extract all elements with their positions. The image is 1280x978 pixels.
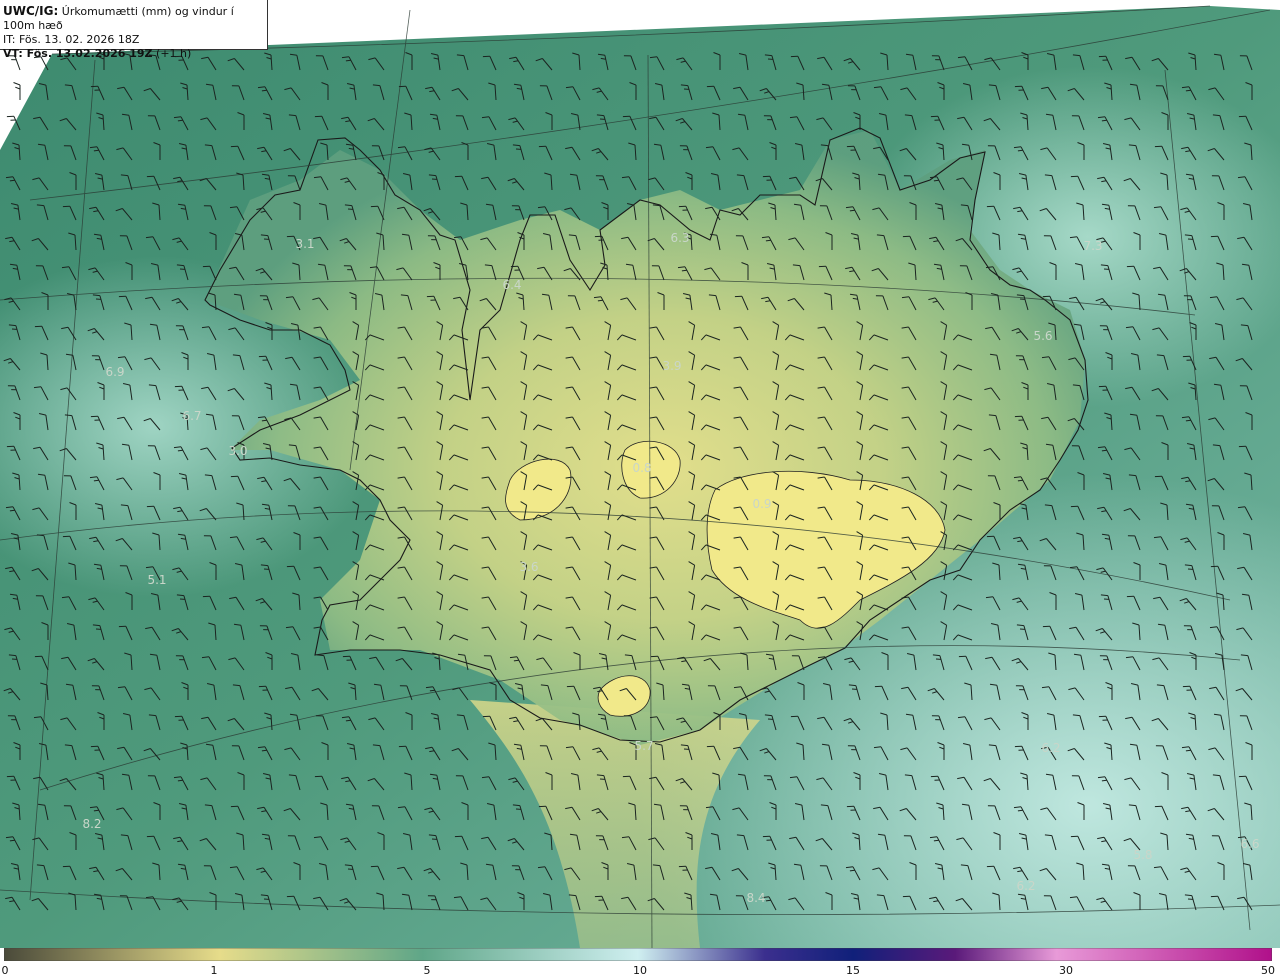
precip-value-label: 6.9 xyxy=(105,365,124,379)
colorbar-tick-30: 30 xyxy=(1059,964,1073,977)
precip-value-label: 5.7 xyxy=(634,739,653,753)
precip-value-label: 3.0 xyxy=(228,444,247,458)
precip-value-label: 3.1 xyxy=(295,237,314,251)
precip-value-label: 8.2 xyxy=(82,817,101,831)
valid-time: VT: Fös. 13.02.2026 19Z xyxy=(3,47,153,60)
title-line: UWC/IG: Úrkomumætti (mm) og vindur í 100… xyxy=(3,4,267,33)
precip-value-label: 6.2 xyxy=(1016,879,1035,893)
valid-time-line: VT: Fös. 13.02.2026 19Z (+1 h) xyxy=(3,47,267,61)
precip-value-label: 6.7 xyxy=(182,409,201,423)
map-info-box: UWC/IG: Úrkomumætti (mm) og vindur í 100… xyxy=(0,0,268,60)
precip-value-label: 5.1 xyxy=(147,573,166,587)
precipitation-wind-map: 3.1 6.4 6.3 7.3 6.9 6.7 3.0 5.1 3.6 5.7 6.2 8.2 5.8 6… xyxy=(0,0,1280,978)
precip-value-label: 3.9 xyxy=(662,359,681,373)
initial-time: IT: Fös. 13. 02. 2026 18Z xyxy=(3,33,140,46)
precip-value-label: 8.4 xyxy=(746,891,765,905)
colorbar-tick-15: 15 xyxy=(846,964,860,977)
precip-value-label: 6.2 xyxy=(1041,741,1060,755)
precip-value-label: 5.8 xyxy=(1133,848,1152,862)
precip-value-label: 6.3 xyxy=(670,231,689,245)
precip-value-label: 6.4 xyxy=(502,278,521,292)
precip-value-label: 0.8 xyxy=(632,461,651,475)
colorbar-tick-0: 0 xyxy=(1,964,9,977)
precip-value-label: 7.3 xyxy=(1083,239,1102,253)
colorbar-tick-50: 50 xyxy=(1261,964,1275,977)
colorbar-tick-1: 1 xyxy=(210,964,218,977)
precip-value-label: 5.6 xyxy=(1033,329,1052,343)
lead-time: (+1 h) xyxy=(152,47,192,60)
precip-value-label: 3.6 xyxy=(519,560,538,574)
model-name: UWC/IG: xyxy=(3,4,59,18)
precip-value-label: 0.9 xyxy=(752,497,771,511)
precip-value-label: 6.6 xyxy=(1240,837,1259,851)
colorbar-gradient xyxy=(4,948,1272,961)
colorbar-tick-10: 10 xyxy=(633,964,647,977)
precip-colorbar: 0 1 5 10 15 30 50 xyxy=(0,948,1280,978)
colorbar-tick-5: 5 xyxy=(423,964,431,977)
